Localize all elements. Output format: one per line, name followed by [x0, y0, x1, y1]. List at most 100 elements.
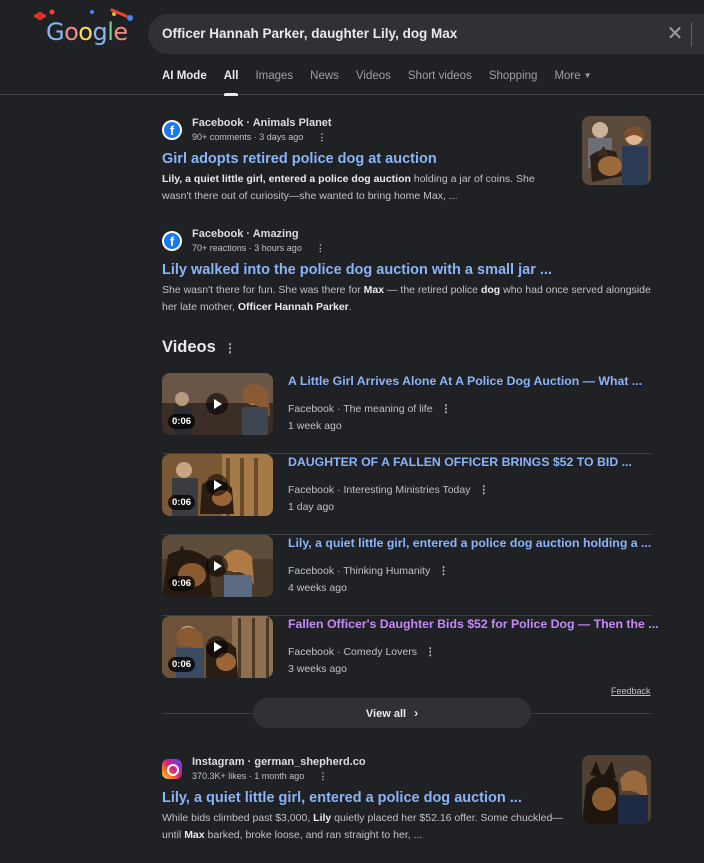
snippet-text: — the retired police	[384, 284, 481, 296]
snippet-text: Officer Hannah Parker	[237, 301, 349, 313]
result-meta: 370.3K+ likes · 1 month ago ⋮	[192, 771, 327, 782]
video-time: 1 week ago	[288, 420, 342, 432]
feedback-link[interactable]: Feedback	[611, 686, 651, 696]
video-duration: 0:06	[168, 657, 196, 672]
video-thumbnail[interactable]: 0:06	[162, 454, 273, 516]
search-result: f Facebook · Animals Planet 90+ comments…	[162, 116, 652, 205]
more-vert-icon[interactable]: ⋮	[317, 132, 326, 143]
tab-all[interactable]: All	[223, 70, 238, 96]
play-icon	[206, 636, 228, 658]
tab-images[interactable]: Images	[255, 70, 293, 95]
more-vert-icon[interactable]: ⋮	[316, 243, 325, 254]
snippet-text: She wasn't there for fun. She was there …	[162, 284, 364, 296]
videos-heading: Videos	[162, 338, 216, 356]
result-source-name: Facebook · Animals Planet	[192, 117, 332, 129]
search-tabs: AI Mode All Images News Videos Short vid…	[162, 70, 609, 96]
result-thumbnail[interactable]	[582, 116, 651, 185]
video-duration: 0:06	[168, 576, 196, 591]
more-vert-icon[interactable]: ⋮	[425, 646, 436, 658]
more-vert-icon[interactable]: ⋮	[438, 565, 449, 577]
video-source-text: Facebook · Interesting Ministries Today	[288, 484, 471, 496]
snippet-text: barked, broke loose, and ran straight to…	[204, 829, 423, 841]
video-item[interactable]: 0:06 Fallen Officer's Daughter Bids $52 …	[162, 616, 659, 697]
snippet-text: While bids climbed past $3,000,	[162, 812, 314, 824]
result-title[interactable]: Lily walked into the police dog auction …	[162, 262, 652, 278]
video-item[interactable]: 0:06 DAUGHTER OF A FALLEN OFFICER BRINGS…	[162, 454, 652, 535]
snippet-text: Lily	[313, 812, 332, 824]
snippet-text: Lily, a quiet little girl, entered a pol…	[162, 173, 411, 185]
result-title[interactable]: Lily, a quiet little girl, entered a pol…	[162, 790, 652, 806]
view-all-label: View all	[365, 708, 407, 720]
play-icon	[206, 393, 228, 415]
result-source[interactable]: Instagram · german_shepherd.co 370.3K+ l…	[162, 755, 652, 785]
video-title[interactable]: DAUGHTER OF A FALLEN OFFICER BRINGS $52 …	[288, 455, 632, 469]
play-icon	[206, 555, 228, 577]
close-icon[interactable]: ✕	[664, 23, 686, 45]
play-icon	[206, 474, 228, 496]
result-title[interactable]: Girl adopts retired police dog at auctio…	[162, 151, 652, 167]
video-title[interactable]: A Little Girl Arrives Alone At A Police …	[288, 374, 642, 388]
google-wordmark: Google	[46, 18, 128, 46]
video-time: 1 day ago	[288, 501, 335, 513]
tab-more[interactable]: More ▼	[554, 70, 591, 95]
chevron-down-icon: ▼	[583, 71, 592, 80]
search-input[interactable]: Officer Hannah Parker, daughter Lily, do…	[162, 26, 457, 41]
result-meta-text: 90+ comments · 3 days ago	[192, 132, 304, 142]
tab-news[interactable]: News	[310, 70, 339, 95]
video-source-text: Facebook · Comedy Lovers	[288, 646, 417, 658]
result-meta-text: 370.3K+ likes · 1 month ago	[192, 771, 305, 781]
tab-videos[interactable]: Videos	[356, 70, 391, 95]
result-source-name: Facebook · Amazing	[192, 228, 299, 240]
view-all-button[interactable]: View all ›	[253, 698, 531, 728]
search-result: f Facebook · Amazing 70+ reactions · 3 h…	[162, 227, 652, 316]
chevron-right-icon: ›	[414, 706, 419, 720]
video-thumbnail[interactable]: 0:06	[162, 373, 273, 435]
facebook-icon: f	[162, 120, 182, 140]
video-thumbnail[interactable]: 0:06	[162, 616, 273, 678]
search-box[interactable]: Officer Hannah Parker, daughter Lily, do…	[148, 14, 704, 54]
video-time: 4 weeks ago	[288, 582, 347, 594]
video-title[interactable]: Fallen Officer's Daughter Bids $52 for P…	[288, 617, 659, 631]
result-source[interactable]: f Facebook · Animals Planet 90+ comments…	[162, 116, 652, 146]
snippet-text: .	[348, 301, 352, 313]
more-vert-icon[interactable]: ⋮	[441, 403, 452, 415]
snippet-text: Max	[184, 829, 205, 841]
snippet-text: Max	[363, 284, 385, 296]
search-result: Instagram · german_shepherd.co 370.3K+ l…	[162, 755, 652, 844]
google-logo[interactable]: Google	[30, 4, 140, 48]
result-snippet: Lily, a quiet little girl, entered a pol…	[162, 171, 562, 205]
search-divider	[691, 22, 692, 46]
more-vert-icon[interactable]: ⋮	[478, 484, 489, 496]
result-thumbnail[interactable]	[582, 755, 651, 824]
videos-header: Videos ⋮	[162, 338, 236, 360]
result-snippet: She wasn't there for fun. She was there …	[162, 282, 657, 316]
more-vert-icon[interactable]: ⋮	[318, 771, 327, 782]
video-title[interactable]: Lily, a quiet little girl, entered a pol…	[288, 536, 651, 550]
video-source: Facebook · The meaning of life ⋮	[288, 403, 451, 415]
video-source: Facebook · Comedy Lovers ⋮	[288, 646, 435, 658]
result-snippet: While bids climbed past $3,000, Lily qui…	[162, 810, 567, 844]
video-thumbnail[interactable]: 0:06	[162, 535, 273, 597]
video-duration: 0:06	[168, 495, 196, 510]
more-vert-icon[interactable]: ⋮	[224, 341, 236, 355]
result-meta: 90+ comments · 3 days ago ⋮	[192, 132, 326, 143]
tab-more-label: More	[554, 70, 581, 82]
snippet-text: dog	[480, 284, 501, 296]
result-source[interactable]: f Facebook · Amazing 70+ reactions · 3 h…	[162, 227, 652, 257]
tab-shopping[interactable]: Shopping	[489, 70, 538, 95]
result-source-name: Instagram · german_shepherd.co	[192, 756, 366, 768]
tab-short-videos[interactable]: Short videos	[408, 70, 472, 95]
header: Google Officer Hannah Parker, daughter L…	[0, 0, 704, 96]
instagram-icon	[162, 759, 182, 779]
tab-ai-mode[interactable]: AI Mode	[162, 70, 207, 95]
video-source: Facebook · Thinking Humanity ⋮	[288, 565, 449, 577]
video-time: 3 weeks ago	[288, 663, 347, 675]
video-item[interactable]: 0:06 Lily, a quiet little girl, entered …	[162, 535, 652, 616]
video-source-text: Facebook · Thinking Humanity	[288, 565, 431, 577]
video-source: Facebook · Interesting Ministries Today ⋮	[288, 484, 489, 496]
video-source-text: Facebook · The meaning of life	[288, 403, 433, 415]
facebook-icon: f	[162, 231, 182, 251]
result-meta: 70+ reactions · 3 hours ago ⋮	[192, 243, 325, 254]
video-item[interactable]: 0:06 A Little Girl Arrives Alone At A Po…	[162, 373, 652, 454]
result-meta-text: 70+ reactions · 3 hours ago	[192, 243, 302, 253]
